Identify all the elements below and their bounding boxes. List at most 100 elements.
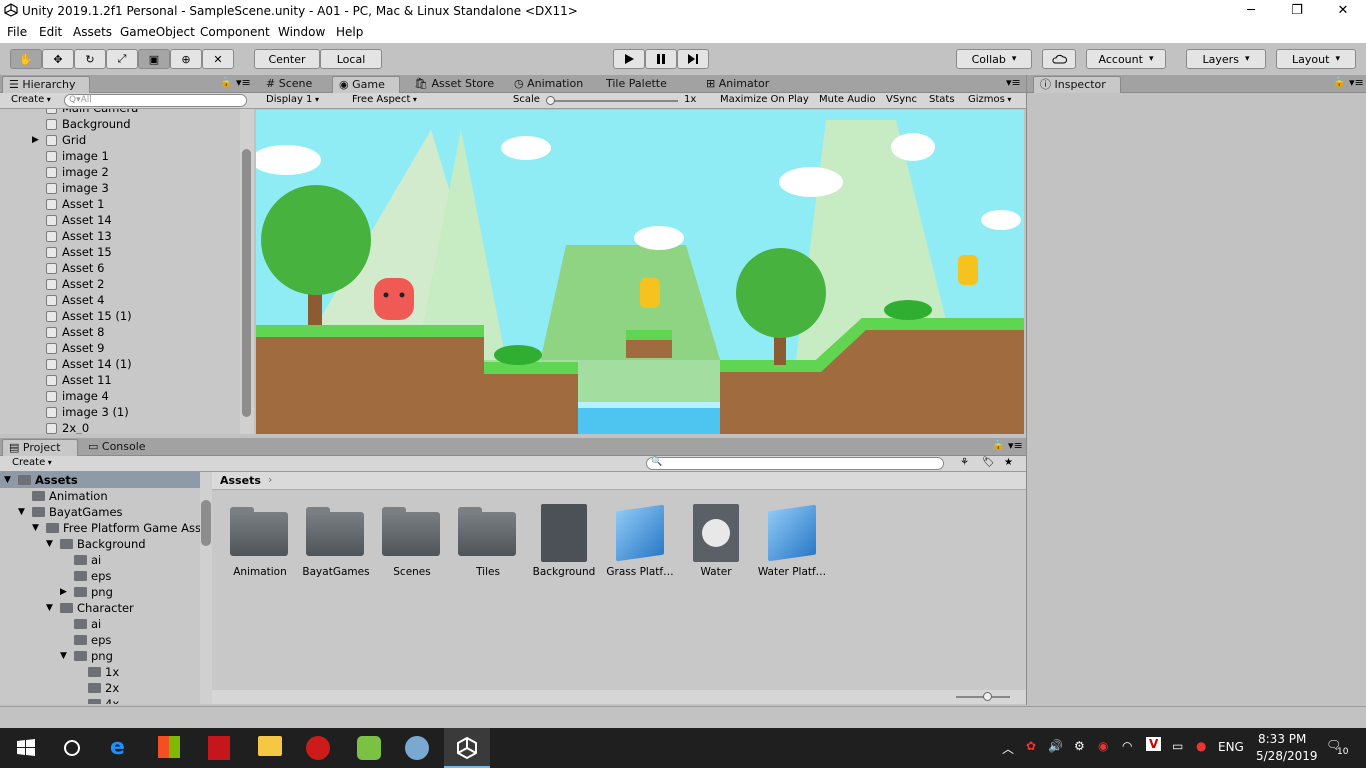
move-tool-button[interactable]: ✥ — [42, 49, 74, 69]
aspect-dropdown[interactable]: Free Aspect — [352, 94, 417, 105]
hierarchy-item[interactable]: Asset 11 — [0, 372, 238, 388]
scale-tool-button[interactable]: ⤢ — [106, 49, 138, 69]
volume-icon[interactable]: 🔊 — [1048, 739, 1063, 753]
tab-game[interactable]: ◉ Game — [332, 76, 400, 93]
transform-tool-button[interactable]: ⊕ — [170, 49, 202, 69]
windows-start-icon[interactable] — [13, 736, 39, 760]
custom-tool-button[interactable]: ✕ — [202, 49, 234, 69]
expand-arrow-icon[interactable]: ▼ — [46, 536, 53, 552]
menu-help[interactable]: Help — [336, 25, 363, 39]
hierarchy-item[interactable]: Background — [0, 116, 238, 132]
cloud-button[interactable] — [1042, 49, 1076, 69]
menu-assets[interactable]: Assets — [73, 25, 112, 39]
game-view[interactable] — [256, 110, 1024, 434]
garena-icon[interactable] — [306, 736, 330, 760]
project-tree-item[interactable]: eps — [0, 632, 200, 648]
pivot-local-button[interactable]: Local — [320, 49, 382, 69]
menu-gameobject[interactable]: GameObject — [120, 25, 195, 39]
project-tree-item[interactable]: ai — [0, 552, 200, 568]
maximize-button[interactable]: ❐ — [1274, 0, 1320, 23]
language-indicator[interactable]: ENG — [1218, 740, 1244, 754]
hierarchy-item[interactable]: Asset 8 — [0, 324, 238, 340]
mute-audio-toggle[interactable]: Mute Audio — [819, 94, 876, 105]
clock-time[interactable]: 8:33 PM — [1258, 732, 1306, 746]
asset-item[interactable]: Grass Platf… — [602, 502, 678, 582]
asset-item[interactable]: Background — [526, 502, 602, 582]
hierarchy-item[interactable]: Asset 1 — [0, 196, 238, 212]
scale-slider-thumb[interactable] — [546, 96, 555, 105]
hierarchy-item[interactable]: image 3 — [0, 180, 238, 196]
project-search-input[interactable]: 🔍 — [646, 457, 944, 470]
asset-item[interactable]: Tiles — [450, 502, 526, 582]
power-icon[interactable]: ⚙ — [1074, 739, 1085, 753]
minimize-button[interactable]: ─ — [1228, 0, 1274, 23]
project-tree-item[interactable]: ai — [0, 616, 200, 632]
expand-arrow-icon[interactable]: ▼ — [46, 600, 53, 616]
filter-label-icon[interactable]: 🏷 — [982, 457, 995, 468]
hierarchy-item[interactable]: Asset 9 — [0, 340, 238, 356]
project-tree-item[interactable]: ▶ png — [0, 584, 200, 600]
tray-app-icon[interactable]: ✿ — [1026, 739, 1036, 753]
vsync-toggle[interactable]: VSync — [886, 94, 917, 105]
expand-arrow-icon[interactable]: ▼ — [32, 520, 39, 536]
step-button[interactable] — [677, 49, 709, 69]
clock-date[interactable]: 5/28/2019 — [1256, 749, 1318, 763]
project-tree-item[interactable]: eps — [0, 568, 200, 584]
app-green-icon[interactable] — [357, 736, 381, 760]
hierarchy-item[interactable]: image 1 — [0, 148, 238, 164]
lock-icon[interactable]: 🔒 — [220, 77, 232, 88]
close-button[interactable]: ✕ — [1320, 0, 1366, 23]
play-button[interactable] — [613, 49, 645, 69]
project-tree-item[interactable]: ▼ png — [0, 648, 200, 664]
menu-window[interactable]: Window — [278, 25, 325, 39]
maximize-on-play-toggle[interactable]: Maximize On Play — [720, 94, 809, 105]
tab-asset-store[interactable]: 🛍 Asset Store — [408, 76, 500, 93]
menu-component[interactable]: Component — [200, 25, 270, 39]
panel-menu-icon[interactable]: ▾≡ — [1008, 439, 1023, 452]
asset-item[interactable]: Water Platf… — [754, 502, 830, 582]
asset-item[interactable]: BayatGames — [298, 502, 374, 582]
expand-arrow-icon[interactable]: ▼ — [18, 504, 25, 520]
asset-item[interactable]: Animation — [222, 502, 298, 582]
account-dropdown[interactable]: Account — [1086, 49, 1166, 69]
tab-scene[interactable]: # Scene — [260, 76, 318, 93]
favorites-icon[interactable]: ★ — [1004, 457, 1013, 468]
hierarchy-item[interactable]: Asset 15 (1) — [0, 308, 238, 324]
asset-item[interactable]: Water — [678, 502, 754, 582]
panel-menu-icon[interactable]: ▾≡ — [1349, 76, 1364, 89]
project-tree-item[interactable]: 1x — [0, 664, 200, 680]
acrobat-icon[interactable] — [208, 736, 230, 760]
project-tree-scrollbar[interactable] — [200, 472, 212, 704]
layers-dropdown[interactable]: Layers — [1186, 49, 1266, 69]
store-icon[interactable] — [158, 736, 180, 758]
gizmos-dropdown[interactable]: Gizmos — [968, 94, 1011, 105]
hierarchy-item[interactable]: Main Camera — [0, 109, 238, 116]
expand-arrow-icon[interactable]: ▼ — [60, 648, 67, 664]
tray-battery-icon[interactable]: ▭ — [1172, 739, 1183, 753]
project-tree-item[interactable]: ▼ Character — [0, 600, 200, 616]
breadcrumb-assets[interactable]: Assets — [220, 474, 261, 487]
hierarchy-item[interactable]: ▶ Grid — [0, 132, 238, 148]
hierarchy-item[interactable]: 2x_0 — [0, 420, 238, 434]
tab-hierarchy[interactable]: ☰ Hierarchy — [2, 76, 90, 93]
filter-type-icon[interactable]: ⚘ — [960, 457, 969, 468]
wifi-icon[interactable]: ◠ — [1122, 739, 1132, 753]
expand-arrow-icon[interactable]: ▼ — [4, 472, 11, 488]
cortana-icon[interactable] — [59, 736, 85, 760]
hierarchy-item[interactable]: Asset 14 (1) — [0, 356, 238, 372]
tab-inspector[interactable]: ⓘ Inspector — [1033, 76, 1121, 93]
lock-icon[interactable]: 🔒 — [992, 440, 1004, 451]
tab-tile-palette[interactable]: Tile Palette — [600, 76, 673, 93]
hierarchy-create-dropdown[interactable]: Create — [11, 94, 51, 105]
hierarchy-item[interactable]: image 4 — [0, 388, 238, 404]
edge-icon[interactable]: e — [110, 736, 136, 760]
unity-taskbar-button[interactable] — [444, 728, 490, 768]
tray-v-icon[interactable]: V — [1146, 737, 1162, 751]
hierarchy-item[interactable]: Asset 13 — [0, 228, 238, 244]
project-tree-item[interactable]: ▼ BayatGames — [0, 504, 200, 520]
icon-size-slider-thumb[interactable] — [983, 692, 992, 701]
project-tree-item[interactable]: ▼ Free Platform Game Ass — [0, 520, 200, 536]
stats-toggle[interactable]: Stats — [929, 94, 955, 105]
panel-menu-icon[interactable]: ▾≡ — [236, 76, 251, 89]
project-tree-item[interactable]: 2x — [0, 680, 200, 696]
